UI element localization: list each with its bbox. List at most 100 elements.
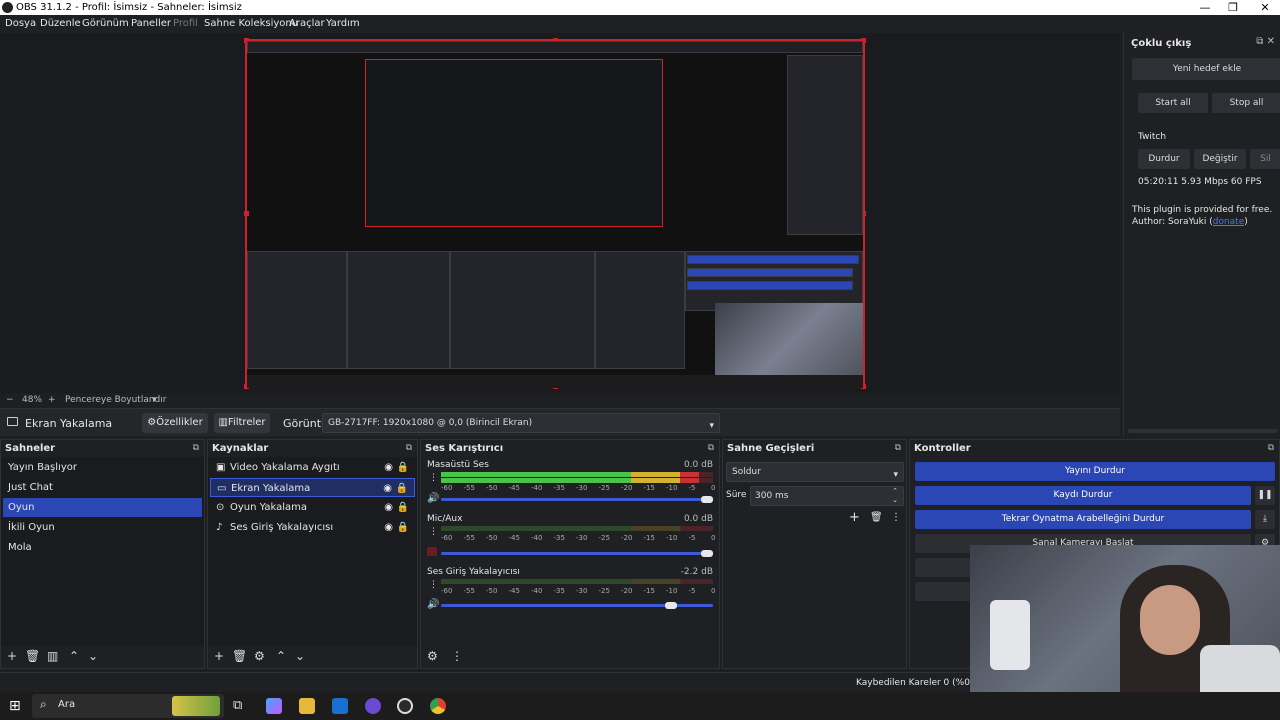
muted-speaker-icon[interactable] bbox=[427, 547, 437, 556]
duration-input[interactable]: 300 ms ⌃ ⌄ bbox=[750, 486, 904, 506]
eye-icon[interactable]: ◉ bbox=[384, 498, 393, 517]
kebab-menu-icon[interactable]: ⋮ bbox=[429, 473, 438, 483]
menu-bar: Dosya Düzenle Görünüm Paneller Profil Sa… bbox=[0, 15, 1280, 33]
lock-icon[interactable]: 🔒 bbox=[396, 479, 408, 498]
start-all-button[interactable]: Start all bbox=[1138, 93, 1208, 113]
search-placeholder: Ara bbox=[58, 699, 76, 710]
speaker-icon[interactable]: 🔊 bbox=[427, 599, 439, 610]
target-edit-button[interactable]: Değiştir bbox=[1194, 149, 1246, 169]
trash-icon[interactable]: 🗑 bbox=[870, 512, 883, 523]
slider-knob[interactable] bbox=[701, 496, 713, 503]
dock-title: Kaynaklar bbox=[212, 443, 269, 454]
meter-tick-label: -20 bbox=[621, 484, 633, 492]
add-icon[interactable]: + bbox=[849, 510, 860, 525]
stop-recording-button[interactable]: Kaydı Durdur bbox=[915, 486, 1251, 505]
zoom-in-button[interactable]: + bbox=[48, 393, 56, 407]
volume-slider[interactable] bbox=[441, 602, 713, 609]
transition-select[interactable]: Soldur ▾ bbox=[726, 462, 904, 482]
source-item[interactable]: ▣ Video Yakalama Aygıtı ◉ 🔒 bbox=[210, 458, 415, 477]
stop-all-button[interactable]: Stop all bbox=[1212, 93, 1280, 113]
scene-list: Yayın Başlıyor Just Chat Oyun İkili Oyun… bbox=[1, 457, 204, 646]
scene-item[interactable]: Mola bbox=[3, 538, 202, 557]
zoom-out-button[interactable]: − bbox=[6, 393, 14, 407]
menu-file[interactable]: Dosya bbox=[5, 15, 36, 33]
dock-float-icon[interactable]: ⧉ bbox=[193, 443, 199, 453]
kebab-menu-icon[interactable]: ⋮ bbox=[891, 512, 901, 523]
menu-view[interactable]: Görünüm bbox=[82, 15, 129, 33]
menu-help[interactable]: Yardım bbox=[326, 15, 360, 33]
windows-start-icon[interactable]: ⊞ bbox=[9, 698, 21, 714]
outlook-icon[interactable] bbox=[332, 698, 348, 714]
lock-icon[interactable]: 🔒 bbox=[397, 458, 409, 477]
source-item[interactable]: ♪ Ses Giriş Yakalayıcısı ◉ 🔒 bbox=[210, 518, 415, 537]
target-delete-button[interactable]: Sil bbox=[1250, 149, 1280, 169]
spin-arrows-icon[interactable]: ⌃ ⌄ bbox=[892, 487, 898, 505]
display-select[interactable]: GB-2717FF: 1920x1080 @ 0,0 (Birincil Ekr… bbox=[322, 413, 720, 433]
lock-icon[interactable]: 🔒 bbox=[397, 498, 409, 517]
speaker-icon[interactable]: 🔊 bbox=[427, 493, 439, 504]
kebab-menu-icon[interactable]: ⋮ bbox=[451, 649, 463, 663]
resize-handle[interactable] bbox=[244, 211, 249, 216]
lock-icon[interactable]: 🔒 bbox=[397, 518, 409, 537]
menu-tools[interactable]: Araçlar bbox=[289, 15, 325, 33]
menu-docks[interactable]: Paneller bbox=[131, 15, 171, 33]
scene-item[interactable]: Just Chat bbox=[3, 478, 202, 497]
donate-link[interactable]: donate bbox=[1213, 217, 1245, 227]
slider-knob[interactable] bbox=[664, 602, 677, 609]
chat-app-icon[interactable] bbox=[365, 698, 381, 714]
chrome-icon[interactable] bbox=[430, 698, 446, 714]
stop-replay-buffer-button[interactable]: Tekrar Oynatma Arabelleğini Durdur bbox=[915, 510, 1251, 529]
add-icon[interactable]: + bbox=[214, 649, 224, 663]
gear-icon[interactable]: ⚙ bbox=[427, 649, 438, 663]
obs-icon[interactable] bbox=[397, 698, 413, 714]
eye-icon[interactable]: ◉ bbox=[384, 518, 393, 537]
chevron-down-icon[interactable]: ⌄ bbox=[88, 649, 98, 663]
maximize-button[interactable]: ❐ bbox=[1218, 0, 1248, 15]
dock-float-icon[interactable]: ⧉ bbox=[708, 443, 714, 453]
add-icon[interactable]: + bbox=[7, 649, 17, 663]
chevron-down-icon: ▾ bbox=[709, 421, 714, 431]
task-view-icon[interactable]: ⧉ bbox=[233, 698, 242, 713]
close-window-button[interactable]: ✕ bbox=[1250, 0, 1280, 15]
menu-scene-collection[interactable]: Sahne Koleksiyonu bbox=[204, 15, 298, 33]
copilot-icon[interactable] bbox=[266, 698, 282, 714]
pause-icon[interactable]: ❚❚ bbox=[1255, 486, 1275, 505]
dock-float-icon[interactable]: ⧉ bbox=[895, 443, 901, 453]
eye-icon[interactable]: ◉ bbox=[384, 458, 393, 477]
filter-icon[interactable]: ▥ bbox=[47, 649, 58, 663]
slider-knob[interactable] bbox=[701, 550, 713, 557]
volume-slider[interactable] bbox=[441, 496, 713, 503]
volume-slider[interactable] bbox=[441, 550, 713, 557]
chevron-up-icon[interactable]: ⌃ bbox=[276, 649, 286, 663]
scene-item[interactable]: Yayın Başlıyor bbox=[3, 458, 202, 477]
eye-icon[interactable]: ◉ bbox=[383, 479, 392, 498]
minimize-button[interactable]: — bbox=[1190, 0, 1220, 15]
scene-item[interactable]: İkili Oyun bbox=[3, 518, 202, 537]
filters-button[interactable]: ▥Filtreler bbox=[214, 413, 270, 433]
preview-canvas[interactable] bbox=[244, 38, 866, 389]
add-target-button[interactable]: Yeni hedef ekle bbox=[1132, 58, 1280, 80]
dock-float-close-icons[interactable]: ⧉ ✕ bbox=[1256, 36, 1275, 47]
dock-float-icon[interactable]: ⧉ bbox=[406, 443, 412, 453]
download-icon[interactable]: ⤓ bbox=[1255, 510, 1275, 529]
taskbar-search[interactable]: ⌕ Ara bbox=[32, 694, 224, 718]
stop-stream-button[interactable]: Yayını Durdur bbox=[915, 462, 1275, 481]
target-stop-button[interactable]: Durdur bbox=[1138, 149, 1190, 169]
chevron-up-icon[interactable]: ⌃ bbox=[69, 649, 79, 663]
properties-button[interactable]: ⚙Özellikler bbox=[142, 413, 208, 433]
meter-tick-label: -60 bbox=[441, 484, 453, 492]
kebab-menu-icon[interactable]: ⋮ bbox=[429, 527, 438, 537]
source-item-selected[interactable]: ▭ Ekran Yakalama ◉ 🔒 bbox=[210, 478, 415, 497]
scene-item-selected[interactable]: Oyun bbox=[3, 498, 202, 517]
file-explorer-icon[interactable] bbox=[299, 698, 315, 714]
kebab-menu-icon[interactable]: ⋮ bbox=[429, 580, 438, 590]
source-item[interactable]: ⊙ Oyun Yakalama ◉ 🔒 bbox=[210, 498, 415, 517]
gear-icon[interactable]: ⚙ bbox=[254, 649, 265, 663]
trash-icon[interactable]: 🗑 bbox=[25, 649, 40, 663]
chevron-down-icon[interactable]: ⌄ bbox=[295, 649, 305, 663]
dock-scrollbar[interactable] bbox=[1128, 429, 1278, 433]
dock-float-icon[interactable]: ⧉ bbox=[1268, 443, 1274, 453]
menu-edit[interactable]: Düzenle bbox=[40, 15, 81, 33]
trash-icon[interactable]: 🗑 bbox=[232, 649, 247, 663]
chevron-down-icon[interactable]: ▾ bbox=[152, 393, 157, 407]
